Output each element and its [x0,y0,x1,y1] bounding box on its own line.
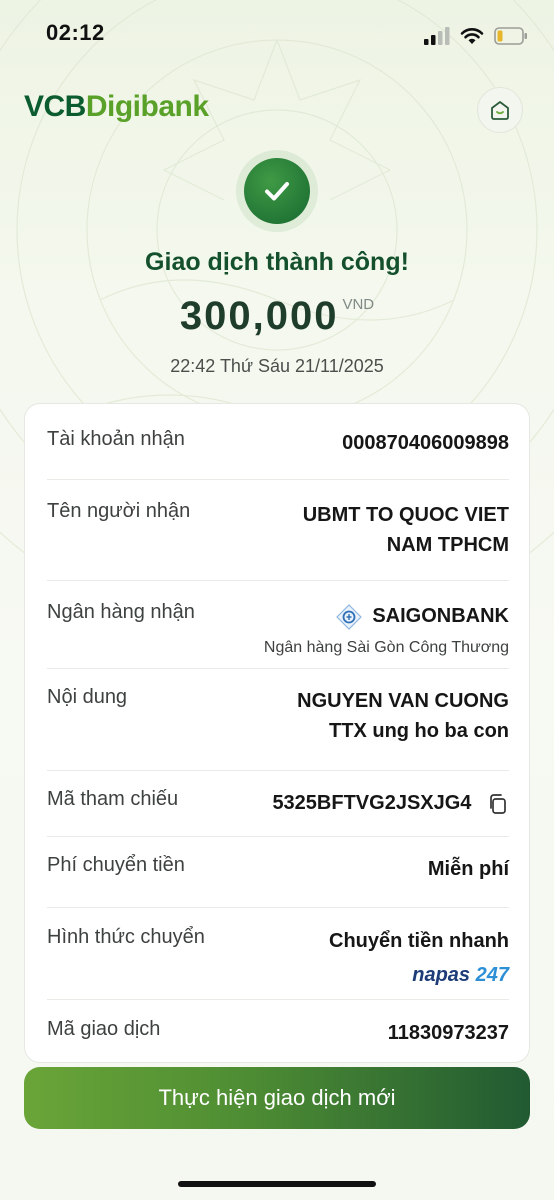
divider [47,836,509,837]
detail-row-recipient: Tên người nhận UBMT TO QUOC VIET NAM TPH… [47,500,509,562]
transaction-value: 11830973237 [387,1022,509,1044]
checkmark-icon [265,182,289,201]
status-time: 02:12 [46,20,105,45]
account-label: Tài khoản nhận [47,428,185,450]
content-value-line1: NGUYEN VAN CUONG [297,690,509,712]
brand-logo-vcb: VCB [24,90,86,123]
detail-row-fee: Phí chuyển tiền Miễn phí [47,854,509,884]
transaction-label: Mã giao dịch [47,1018,161,1040]
divider [47,479,509,480]
divider [47,668,509,669]
account-value: 000870406009898 [342,432,509,454]
battery-icon [494,27,527,45]
bank-label: Ngân hàng nhận [47,601,195,623]
content-value-line2: TTX ung ho ba con [329,720,509,742]
fee-value: Miễn phí [427,858,509,880]
recipient-value-line2: NAM TPHCM [386,534,509,556]
method-label: Hình thức chuyển [47,926,205,948]
home-indicator [178,1181,376,1187]
new-transaction-button[interactable]: Thực hiện giao dịch mới [24,1067,530,1129]
brand-logo: VCBDigibank [24,90,209,124]
content-label: Nội dung [47,686,128,708]
detail-row-content: Nội dung NGUYEN VAN CUONG TTX ung ho ba … [47,686,509,748]
home-button[interactable] [477,87,523,133]
detail-row-method: Hình thức chuyển Chuyển tiền nhanh napas… [47,926,509,992]
app-header: VCBDigibank [0,80,554,140]
bank-value: SAIGONBANK [372,605,509,627]
transaction-amount: 300,000 [179,294,339,338]
recipient-label: Tên người nhận [47,500,191,522]
amount-row: 300,000 VND [0,294,554,339]
fee-label: Phí chuyển tiền [47,854,185,876]
napas247-logo: napas 247 [412,964,509,987]
transaction-details-card: Tài khoản nhận 000870406009898 Tên người… [24,403,530,1063]
status-bar: 02:12 [0,0,554,70]
bank-fullname: Ngân hàng Sài Gòn Công Thương [263,639,509,656]
bank-value-wrap: SAIGONBANK [336,601,509,631]
detail-row-reference: Mã tham chiếu 5325BFTVG2JSXJG4 [47,788,509,818]
home-icon [491,101,509,120]
currency-label: VND [342,296,375,313]
napas-logo-text: napas [412,964,471,986]
reference-value: 5325BFTVG2JSXJG4 [272,792,472,814]
status-icons [424,24,528,48]
divider [47,770,509,771]
method-value: Chuyển tiền nhanh [329,930,509,952]
reference-value-wrap: 5325BFTVG2JSXJG4 [272,788,509,818]
transaction-datetime: 22:42 Thứ Sáu 21/11/2025 [170,356,384,376]
signal-icon [424,27,450,45]
recipient-value-line1: UBMT TO QUOC VIET [302,504,509,526]
divider [47,999,509,1000]
detail-row-account: Tài khoản nhận 000870406009898 [47,428,509,458]
wifi-icon [460,28,484,44]
success-title: Giao dịch thành công! [145,248,409,276]
divider [47,907,509,908]
detail-row-transaction: Mã giao dịch 11830973237 [47,1018,509,1048]
napas-247-text: 247 [475,964,509,986]
copy-icon[interactable] [487,793,509,815]
divider [47,580,509,581]
reference-label: Mã tham chiếu [47,788,179,810]
recipient-value: UBMT TO QUOC VIET NAM TPHCM [303,500,509,560]
content-value: NGUYEN VAN CUONG TTX ung ho ba con [297,686,509,746]
detail-row-bank: Ngân hàng nhận SAIGONBANK Ngân hàng Sài … [47,601,509,663]
brand-logo-digibank: Digibank [85,90,209,123]
saigonbank-logo-icon [336,603,363,630]
success-check-badge [244,158,310,224]
